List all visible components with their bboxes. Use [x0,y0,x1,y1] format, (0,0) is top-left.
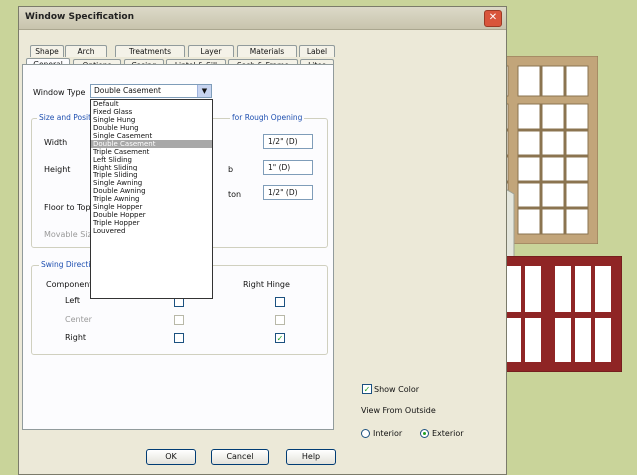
window-type-option[interactable]: Triple Hopper [91,219,212,227]
window-type-option[interactable]: Double Awning [91,187,212,195]
window-type-dropdown-list[interactable]: Default Fixed Glass Single Hung Double Hung… [90,99,213,299]
window-type-option[interactable]: Triple Sliding [91,171,212,179]
tab-label[interactable]: Label [299,45,335,57]
chevron-down-icon[interactable]: ▼ [197,85,211,97]
window-type-option[interactable]: Double Hopper [91,211,212,219]
dialog-titlebar[interactable]: Window Specification ✕ [19,7,506,30]
window-type-select[interactable]: Double Casement ▼ [90,84,212,98]
exterior-radio[interactable] [420,429,429,438]
interior-label: Interior [373,429,403,438]
swing-right-label: Right [65,333,87,342]
rough-label-b: b [228,165,234,174]
close-icon: ✕ [488,12,498,23]
check-icon: ✓ [363,385,371,394]
window-type-option[interactable]: Single Hopper [91,203,212,211]
window-type-option[interactable]: Triple Awning [91,195,212,203]
show-color-label: Show Color [374,385,420,394]
tab-shape[interactable]: Shape [30,45,64,57]
exterior-label: Exterior [432,429,464,438]
window-type-option[interactable]: Single Casement [91,132,212,140]
tab-arch[interactable]: Arch [65,45,107,57]
window-type-option[interactable]: Double Hung [91,124,212,132]
right-hinge-left-checkbox[interactable] [275,297,285,307]
floor-to-top-label: Floor to Top [44,203,91,212]
window-type-option[interactable]: Double Casement [91,139,212,148]
window-type-option[interactable]: Fixed Glass [91,108,212,116]
interior-radio[interactable] [361,429,370,438]
help-button[interactable]: Help [286,449,336,465]
window-type-option[interactable]: Single Hung [91,116,212,124]
tab-treatments[interactable]: Treatments [115,45,185,57]
window-type-value: Double Casement [94,86,161,95]
show-color-checkbox[interactable]: ✓ [362,384,372,394]
tab-materials[interactable]: Materials [237,45,297,57]
left-hinge-right-checkbox[interactable] [174,333,184,343]
left-hinge-center-checkbox[interactable] [174,315,184,325]
cancel-button[interactable]: Cancel [211,449,269,465]
check-icon: ✓ [276,334,284,343]
view-from-label: View From Outside [361,406,436,415]
window-type-option[interactable]: Right Sliding [91,164,212,172]
right-hinge-center-checkbox[interactable] [275,315,285,325]
close-button[interactable]: ✕ [484,10,502,27]
window-type-option[interactable]: Louvered [91,227,212,235]
width-label: Width [44,138,68,147]
rough-width-field[interactable]: 1/2" (D) [263,134,313,149]
swing-left-label: Left [65,296,81,305]
movable-size-label: Movable Size [44,230,97,239]
red-window-preview [495,256,622,372]
right-hinge-right-checkbox[interactable]: ✓ [275,333,285,343]
window-type-option[interactable]: Default [91,100,212,108]
dialog-title: Window Specification [25,12,134,22]
window-type-option[interactable]: Triple Casement [91,148,212,156]
tab-layer[interactable]: Layer [188,45,234,57]
height-label: Height [44,165,71,174]
right-hinge-label: Right Hinge [243,280,290,289]
window-type-option[interactable]: Left Sliding [91,156,212,164]
swing-center-label: Center [65,315,92,324]
rough-height-field[interactable]: 1" (D) [263,160,313,175]
window-type-option[interactable]: Single Awning [91,179,212,187]
rough-label-ton: ton [228,190,242,199]
rough-bottom-field[interactable]: 1/2" (D) [263,185,313,200]
ok-button[interactable]: OK [146,449,196,465]
rough-opening-legend: for Rough Opening [230,113,305,122]
window-type-label: Window Type [33,88,86,97]
